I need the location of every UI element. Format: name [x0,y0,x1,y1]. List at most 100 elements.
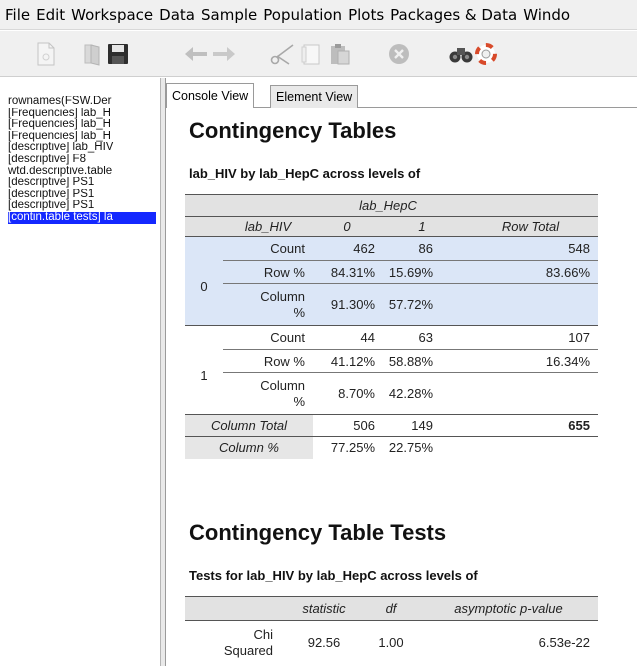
table-header-row: lab_HepC [185,194,598,217]
contingency-title: Contingency Tables [189,118,397,143]
column-total-row: Column Total 506 149 655 [185,414,598,437]
row-level: 1 [200,367,208,383]
outline-item[interactable]: [descriptive] PS1 [8,177,156,189]
stat-label: Column% [260,288,305,320]
column-header: 1 [418,219,426,234]
save-disk-icon[interactable] [104,40,132,68]
cell-value: 149 [411,418,433,433]
cell-value: 58.88% [381,349,463,373]
redo-arrow-icon[interactable] [210,40,238,68]
outline-item[interactable]: [descriptive] PS1 [8,189,156,201]
menu-plots[interactable]: Plots [345,6,387,24]
menu-population[interactable]: Population [260,6,345,24]
column-total-label: Column Total [185,414,313,437]
column-percent-label: Column % [185,436,313,459]
cell-value: 63 [381,325,463,350]
table-row: 1 Count 44 63 107 [185,325,598,383]
column-variable-label: lab_HepC [359,198,417,213]
outline-item[interactable]: [Frequencies] lab_H [8,131,156,143]
cell-value: 41.12% [313,349,381,373]
cell-value: 86 [381,236,463,261]
cell-value: 91.30% [330,297,375,312]
menu-workspace[interactable]: Workspace [68,6,156,24]
stat-label: Count [223,325,313,350]
menu-file[interactable]: File [2,6,33,24]
stat-label: Column% [260,377,305,409]
stat-label: Row % [223,349,313,373]
cell-value: 44 [313,325,381,350]
undo-arrow-icon[interactable] [182,40,210,68]
menu-packages-data[interactable]: Packages & Data [387,6,520,24]
outline-item[interactable]: [Frequencies] lab_H [8,108,156,120]
contingency-table: lab_HepC lab_HIV 0 1 Row Total 0 Count 4… [185,194,598,459]
outline-item[interactable]: rownames(FSW.Der [8,96,156,108]
table-row: Row % 41.12% 58.88% 16.34% [185,349,598,373]
panel-splitter[interactable] [161,78,166,666]
output-outline-panel: rownames(FSW.Der [Frequencies] lab_H [Fr… [0,78,161,666]
toolbar [0,31,637,77]
output-outline-list: rownames(FSW.Der [Frequencies] lab_H [Fr… [8,86,156,224]
copy-icon[interactable] [297,40,325,68]
open-folder-icon[interactable] [79,40,107,68]
table-header-row: lab_HIV 0 1 Row Total [185,216,598,237]
table-row: 0 Count 462 86 548 [185,236,598,294]
outline-item[interactable]: [descriptive] lab_HIV [8,142,156,154]
cell-value: 84.31% [313,260,381,284]
menu-data[interactable]: Data [156,6,198,24]
cell-value: 92.56 [307,635,341,651]
outline-item[interactable]: wtd.descriptive.table [8,166,156,178]
console-output: Contingency Tables lab_HIV by lab_HepC a… [167,108,637,666]
cell-value: 8.70% [338,386,375,401]
column-header: 0 [343,219,351,234]
tests-title: Contingency Table Tests [189,520,447,545]
cell-value: 57.72% [388,297,433,312]
cell-value: 42.28% [388,386,433,401]
help-lifebuoy-icon[interactable] [472,40,500,68]
cell-value: 6.53e-22 [538,635,590,651]
tab-element-view[interactable]: Element View [270,85,359,108]
menu-window[interactable]: Windo [520,6,573,24]
cell-value: 506 [353,418,375,433]
grand-total: 655 [568,418,590,433]
contingency-subtitle: lab_HIV by lab_HepC across levels of [189,166,421,181]
stat-label: Count [223,236,313,261]
outline-item[interactable]: [Frequencies] lab_H [8,119,156,131]
column-header: statistic [302,601,346,616]
view-tabs: Console View Element View [166,82,637,108]
column-percent-row: Column % 77.25% 22.75% [185,436,598,459]
column-header: df [385,601,397,616]
cut-scissors-icon[interactable] [268,40,296,68]
table-row: Chi Squared 92.56 1.00 6.53e-22 [185,621,598,665]
stop-icon[interactable] [385,40,413,68]
row-total-header: Row Total [501,219,560,234]
outline-item-selected[interactable]: [contin.table tests] la [8,211,156,224]
cell-value: 548 [463,236,598,261]
tab-console-view[interactable]: Console View [166,83,255,108]
row-level: 0 [200,278,208,294]
cell-value: 16.34% [463,349,598,373]
table-header-row: statistic df asymptotic p-value [185,596,598,621]
stat-label: Row % [223,260,313,284]
cell-value: 107 [463,325,598,350]
cell-value: 1.00 [378,635,404,651]
cell-value: 462 [313,236,381,261]
paste-icon[interactable] [326,40,354,68]
new-document-icon[interactable] [32,40,60,68]
menu-bar: File Edit Workspace Data Sample Populati… [0,0,637,30]
column-header: asymptotic p-value [454,601,563,616]
outline-item[interactable]: [descriptive] F8 [8,154,156,166]
cell-value: 83.66% [463,260,598,284]
cell-value: 77.25% [330,440,375,456]
row-variable-label: lab_HIV [244,219,292,234]
table-row: Column% 8.70% 42.28% [185,373,598,415]
find-binoculars-icon[interactable] [447,40,475,68]
table-row: Row % 84.31% 15.69% 83.66% [185,260,598,284]
test-name: Chi Squared [223,626,273,658]
menu-sample[interactable]: Sample [198,6,260,24]
cell-value: 15.69% [381,260,463,284]
table-row: Column% 91.30% 57.72% [185,283,598,326]
menu-edit[interactable]: Edit [33,6,68,24]
outline-item[interactable]: [descriptive] PS1 [8,200,156,212]
tests-subtitle: Tests for lab_HIV by lab_HepC across lev… [189,568,478,583]
cell-value: 22.75% [388,440,433,456]
